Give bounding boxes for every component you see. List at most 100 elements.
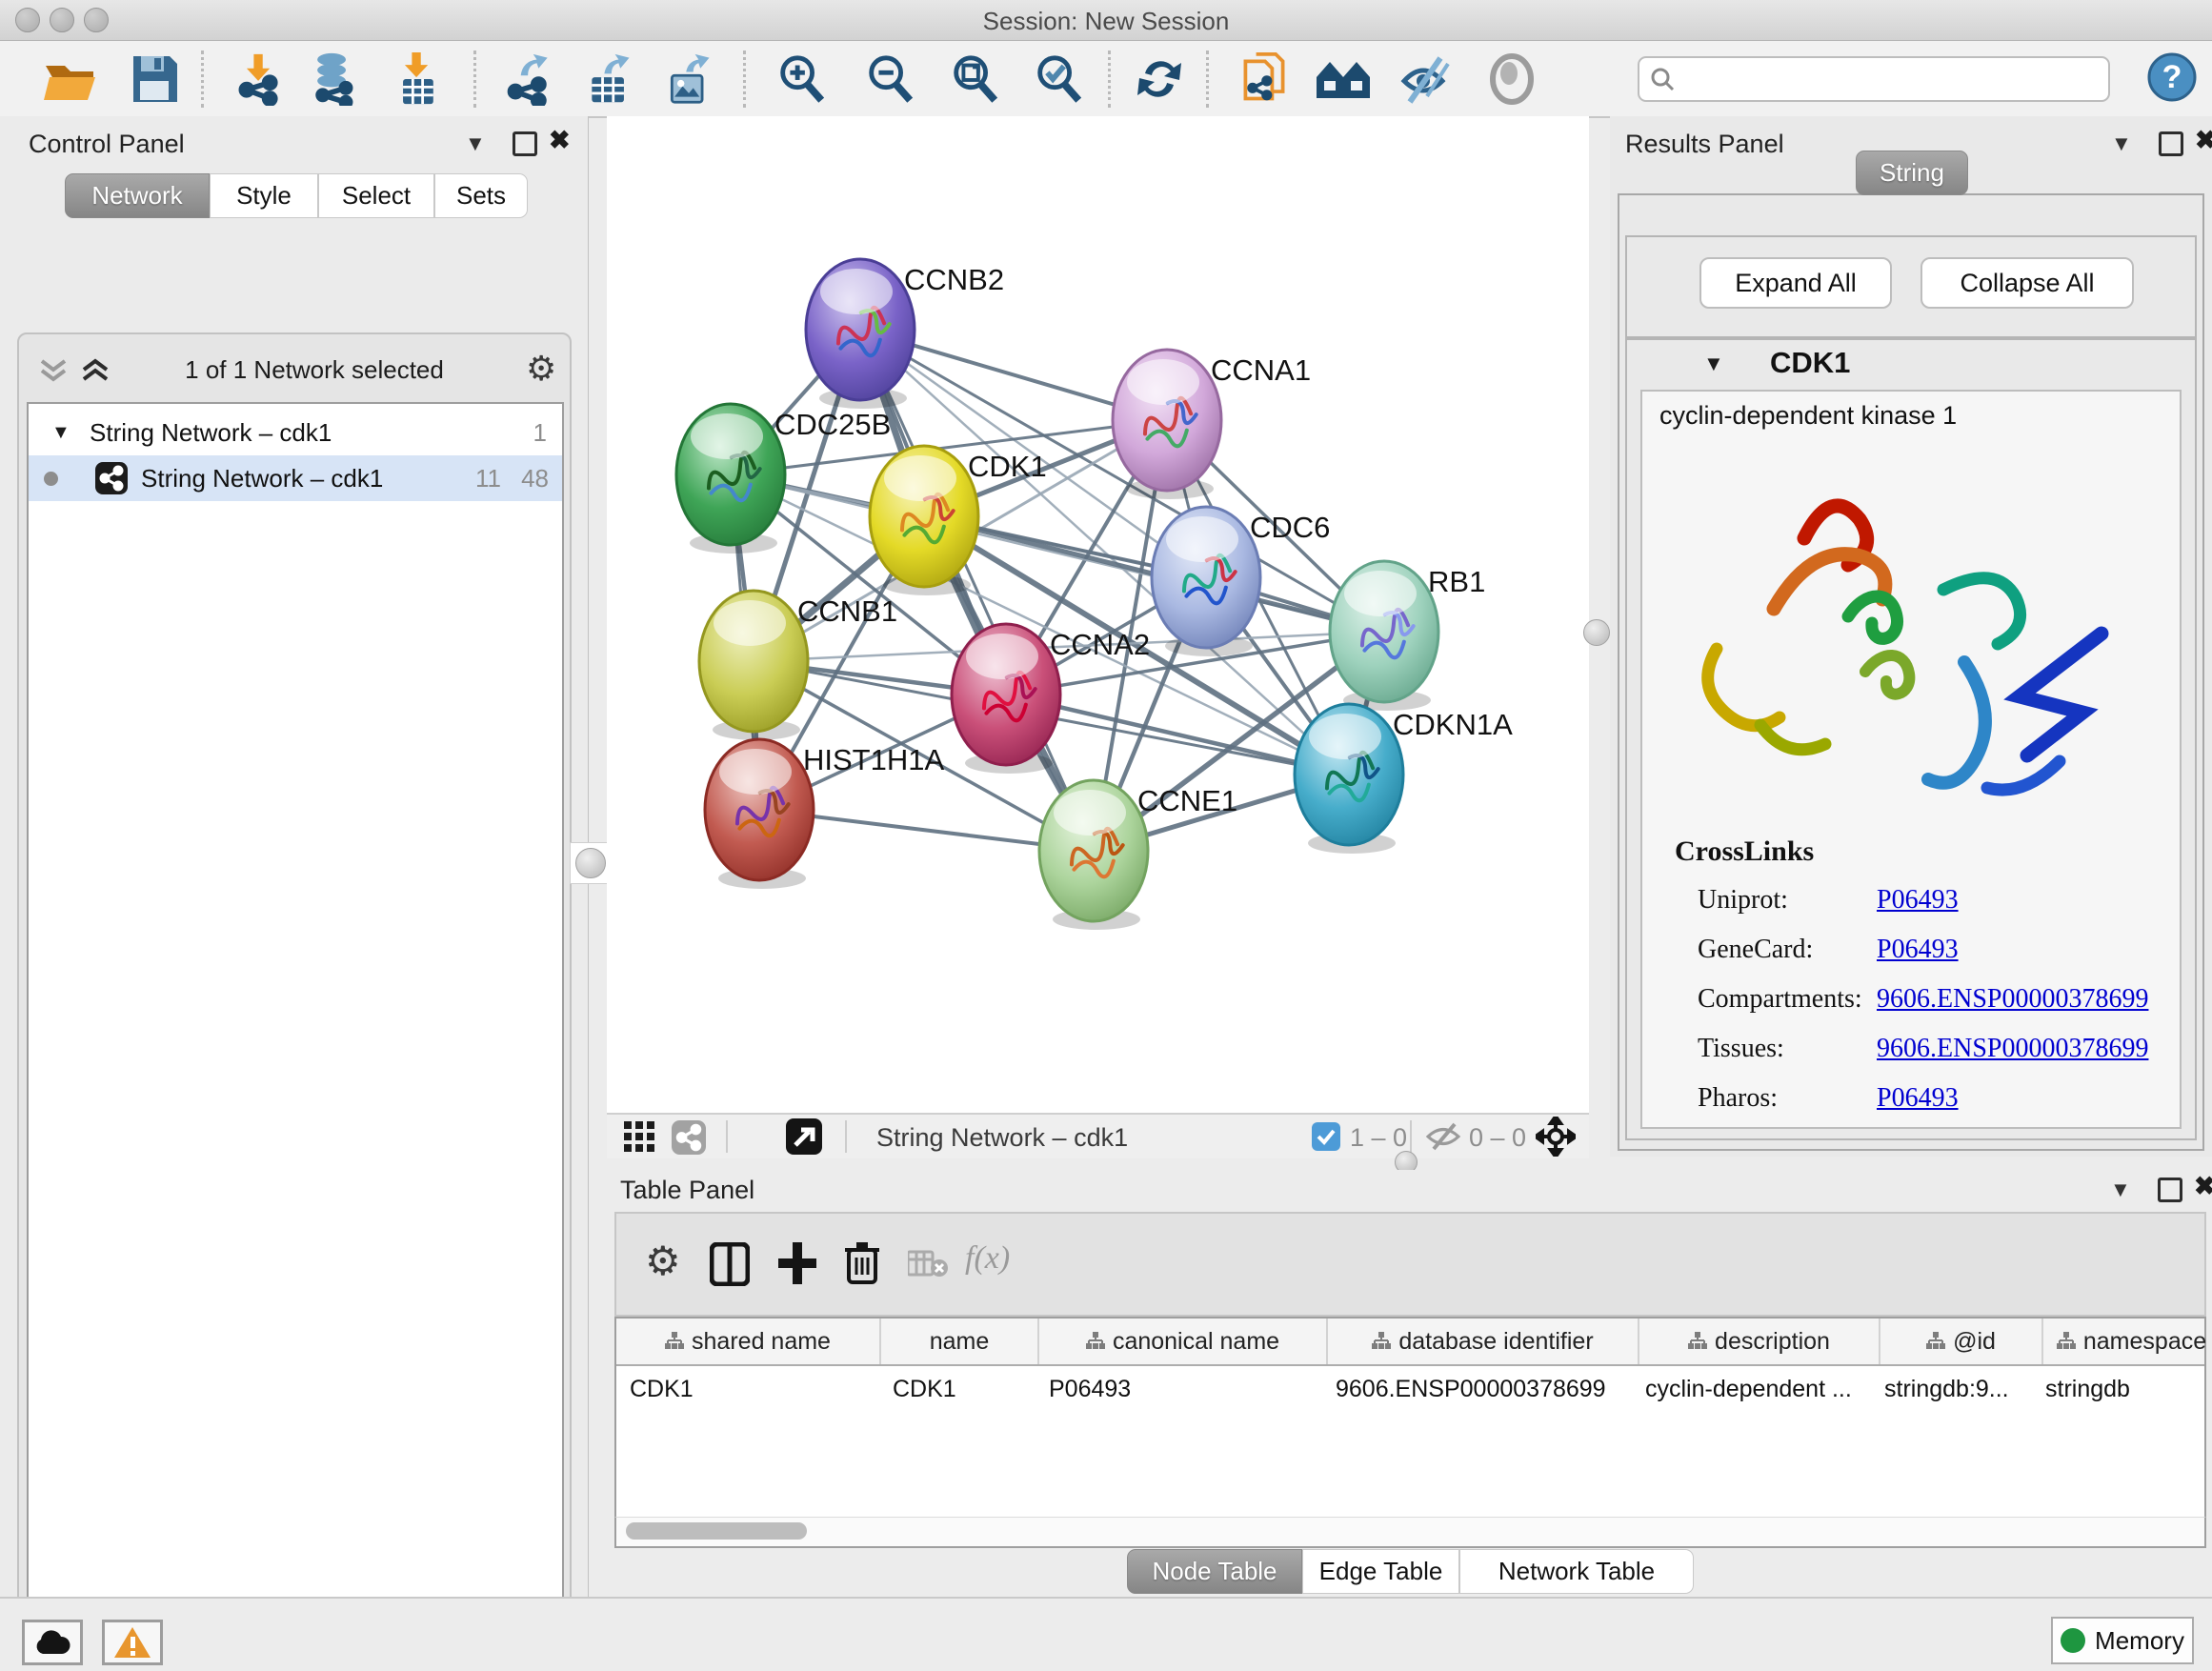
zoom-selected-icon[interactable] xyxy=(1032,52,1085,106)
import-network-file-icon[interactable] xyxy=(232,52,286,106)
import-table-file-icon[interactable] xyxy=(392,52,442,106)
tab-string[interactable]: String xyxy=(1856,151,1968,195)
show-columns-icon[interactable] xyxy=(710,1242,750,1286)
hide-selection-eye-icon[interactable] xyxy=(1398,52,1454,106)
table-panel-collapse-icon[interactable]: ▼ xyxy=(2110,1178,2131,1202)
expand-all-chevrons-icon[interactable] xyxy=(36,357,70,386)
separator xyxy=(1410,1120,1412,1153)
selected-count-badge: 1 – 0 xyxy=(1350,1123,1407,1153)
node-CDC25B[interactable] xyxy=(676,404,785,554)
network-canvas[interactable]: CCNB2CCNA1CDC25BCDK1CDC6RB1CCNB1CCNA2CDK… xyxy=(607,116,1589,1113)
column-header-name[interactable]: name xyxy=(881,1319,1039,1364)
node-CCNA1[interactable] xyxy=(1113,350,1221,499)
node-CDKN1A[interactable] xyxy=(1295,704,1403,854)
control-panel-collapse-icon[interactable]: ▼ xyxy=(465,131,486,156)
application-window: Session: New Session ? Control Panel xyxy=(0,0,2212,1671)
column-header-database-identifier[interactable]: database identifier xyxy=(1328,1319,1639,1364)
column-namespace-icon xyxy=(665,1332,684,1351)
control-panel-close-icon[interactable]: ✖ xyxy=(549,126,571,155)
right-splitter-handle[interactable] xyxy=(1583,619,1610,646)
zoom-fit-icon[interactable] xyxy=(948,52,1001,106)
string-network-gray-icon[interactable] xyxy=(672,1120,706,1155)
refresh-icon[interactable] xyxy=(1136,52,1183,106)
column-header--id[interactable]: @id xyxy=(1880,1319,2043,1364)
memory-button[interactable]: Memory xyxy=(2051,1617,2194,1664)
network-graph[interactable]: CCNB2CCNA1CDC25BCDK1CDC6RB1CCNB1CCNA2CDK… xyxy=(607,116,1589,1113)
table-cell[interactable]: 9606.ENSP00000378699 xyxy=(1322,1366,1632,1412)
table-cell[interactable]: P06493 xyxy=(1036,1366,1322,1412)
node-CDK1[interactable] xyxy=(870,446,978,595)
left-splitter-handle[interactable] xyxy=(575,848,606,878)
tab-node-table[interactable]: Node Table xyxy=(1127,1549,1302,1594)
tab-select[interactable]: Select xyxy=(318,173,434,218)
crosslink-link[interactable]: P06493 xyxy=(1877,885,1959,916)
tab-style[interactable]: Style xyxy=(210,173,318,218)
table-cell[interactable]: stringdb xyxy=(2032,1366,2208,1412)
tab-sets[interactable]: Sets xyxy=(434,173,528,218)
show-all-eye-icon[interactable] xyxy=(1486,52,1538,106)
network-collection-row[interactable]: ▼ String Network – cdk1 1 xyxy=(29,410,562,455)
column-header-canonical-name[interactable]: canonical name xyxy=(1039,1319,1328,1364)
table-panel-close-icon[interactable]: ✖ xyxy=(2194,1172,2212,1201)
table-options-gear-icon[interactable]: ⚙ xyxy=(645,1244,681,1278)
column-header-shared-name[interactable]: shared name xyxy=(616,1319,881,1364)
warning-button[interactable] xyxy=(102,1620,163,1665)
cloud-button[interactable] xyxy=(22,1620,83,1665)
table-horizontal-scrollbar[interactable] xyxy=(614,1517,2206,1548)
tab-edge-table[interactable]: Edge Table xyxy=(1302,1549,1459,1594)
column-header-namespace[interactable]: namespace xyxy=(2043,1319,2212,1364)
node-HIST1H1A[interactable] xyxy=(705,739,814,889)
network-row-selected[interactable]: String Network – cdk1 11 48 xyxy=(29,455,562,501)
node-RB1[interactable] xyxy=(1330,561,1438,711)
control-panel-tabs: NetworkStyleSelectSets xyxy=(65,173,528,218)
column-header-description[interactable]: description xyxy=(1639,1319,1880,1364)
homology-houses-icon[interactable] xyxy=(1315,52,1372,106)
expand-all-button[interactable]: Expand All xyxy=(1699,257,1892,309)
results-panel-collapse-icon[interactable]: ▼ xyxy=(2111,131,2132,156)
collapse-all-button[interactable]: Collapse All xyxy=(1920,257,2134,309)
search-input[interactable] xyxy=(1638,56,2110,102)
results-panel-close-icon[interactable]: ✖ xyxy=(2195,126,2212,155)
tree-expand-icon[interactable]: ▼ xyxy=(51,410,70,455)
open-in-window-icon[interactable] xyxy=(786,1118,822,1155)
tab-network-table[interactable]: Network Table xyxy=(1459,1549,1694,1594)
open-session-icon[interactable] xyxy=(40,52,101,106)
table-panel-float-icon[interactable] xyxy=(2158,1178,2182,1202)
node-CCNB2[interactable] xyxy=(806,259,915,409)
table-cell[interactable]: CDK1 xyxy=(879,1366,1036,1412)
export-image-icon[interactable] xyxy=(663,52,716,106)
import-network-database-icon[interactable] xyxy=(303,52,362,106)
node-CDC6[interactable] xyxy=(1152,507,1260,656)
crosslink-link[interactable]: P06493 xyxy=(1877,1083,1959,1114)
control-panel-float-icon[interactable] xyxy=(513,131,537,156)
table-cell[interactable]: CDK1 xyxy=(616,1366,879,1412)
delete-column-trash-icon[interactable] xyxy=(843,1238,881,1286)
zoom-out-icon[interactable] xyxy=(863,52,916,106)
selected-nodes-checkbox[interactable] xyxy=(1312,1122,1340,1151)
pan-crosshair-icon[interactable] xyxy=(1536,1117,1576,1157)
export-network-icon[interactable] xyxy=(503,52,556,106)
crosslink-link[interactable]: P06493 xyxy=(1877,935,1959,965)
first-neighbors-icon[interactable] xyxy=(1237,52,1292,106)
table-cell[interactable]: cyclin-dependent ... xyxy=(1632,1366,1871,1412)
birds-eye-grid-icon[interactable] xyxy=(624,1121,656,1154)
tab-network[interactable]: Network xyxy=(65,173,210,218)
table-row[interactable]: CDK1CDK1P064939606.ENSP00000378699cyclin… xyxy=(616,1366,2204,1412)
string-results-box: Expand All Collapse All ▼ CDK1 cyclin-de… xyxy=(1618,193,2204,1151)
zoom-in-icon[interactable] xyxy=(774,52,828,106)
export-table-icon[interactable] xyxy=(583,52,636,106)
crosslink-link[interactable]: 9606.ENSP00000378699 xyxy=(1877,984,2148,1015)
network-options-gear-icon[interactable]: ⚙ xyxy=(526,352,556,386)
node-CCNB1[interactable] xyxy=(699,591,808,740)
crosslink-link[interactable]: 9606.ENSP00000378699 xyxy=(1877,1034,2148,1064)
help-icon[interactable]: ? xyxy=(2147,52,2197,102)
save-session-icon[interactable] xyxy=(130,52,179,106)
node-CCNE1[interactable] xyxy=(1039,780,1148,930)
table-cell[interactable]: stringdb:9... xyxy=(1871,1366,2032,1412)
add-column-icon[interactable] xyxy=(776,1240,818,1286)
scrollbar-thumb[interactable] xyxy=(626,1522,807,1540)
section-collapse-icon[interactable]: ▼ xyxy=(1703,352,1724,376)
crosslink-row: Uniprot:P06493 xyxy=(1642,876,2176,925)
results-panel-float-icon[interactable] xyxy=(2159,131,2183,156)
collapse-all-chevrons-icon[interactable] xyxy=(78,357,112,386)
